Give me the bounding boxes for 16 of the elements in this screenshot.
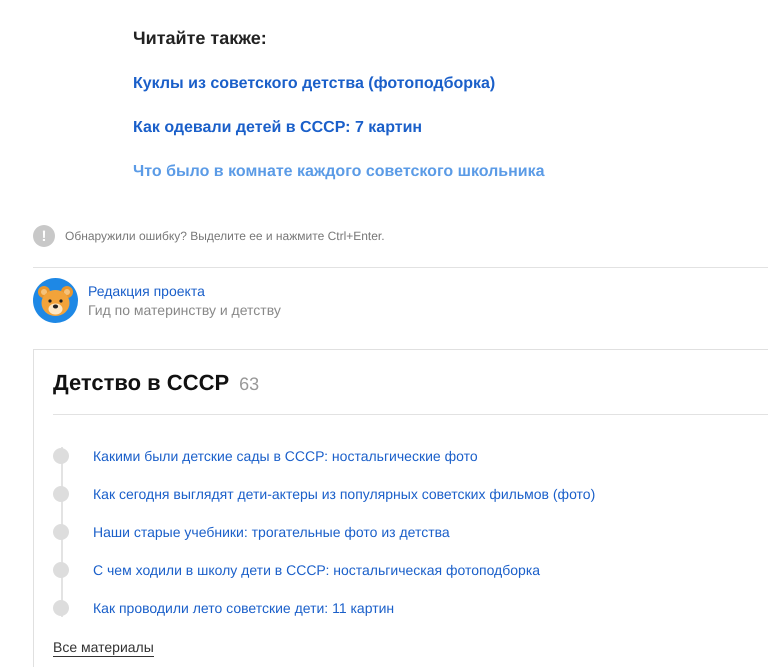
section-heading: Читайте также: <box>133 28 267 49</box>
article-link[interactable]: С чем ходили в школу дети в СССР: ностальгическая фотоподборка <box>93 562 540 578</box>
article-link[interactable]: Как сегодня выглядят дети-актеры из популярных советских фильмов (фото) <box>93 486 596 502</box>
warning-icon: ! <box>33 225 55 247</box>
all-materials-link[interactable]: Все материалы <box>53 639 154 657</box>
article-link[interactable]: Наши старые учебники: трогательные фото из детства <box>93 524 450 540</box>
collection-title: Детство в СССР <box>53 370 230 396</box>
article-link[interactable]: Как проводили лето советские дети: 11 картин <box>93 600 394 616</box>
article-link[interactable]: Какими были детские сады в СССР: ностальгические фото <box>93 448 478 464</box>
author-description: Гид по материнству и детству <box>88 302 281 318</box>
article-link[interactable]: Куклы из советского детства (фотоподборка) <box>133 75 496 93</box>
author-link[interactable]: Редакция проекта <box>88 283 281 299</box>
bear-avatar-icon <box>33 278 78 323</box>
article-link[interactable]: Как одевали детей в СССР: 7 картин <box>133 119 422 137</box>
error-notice-text: Обнаружили ошибку? Выделите ее и нажмите Ctrl+Enter. <box>65 229 385 243</box>
article-count: 63 <box>239 374 260 395</box>
